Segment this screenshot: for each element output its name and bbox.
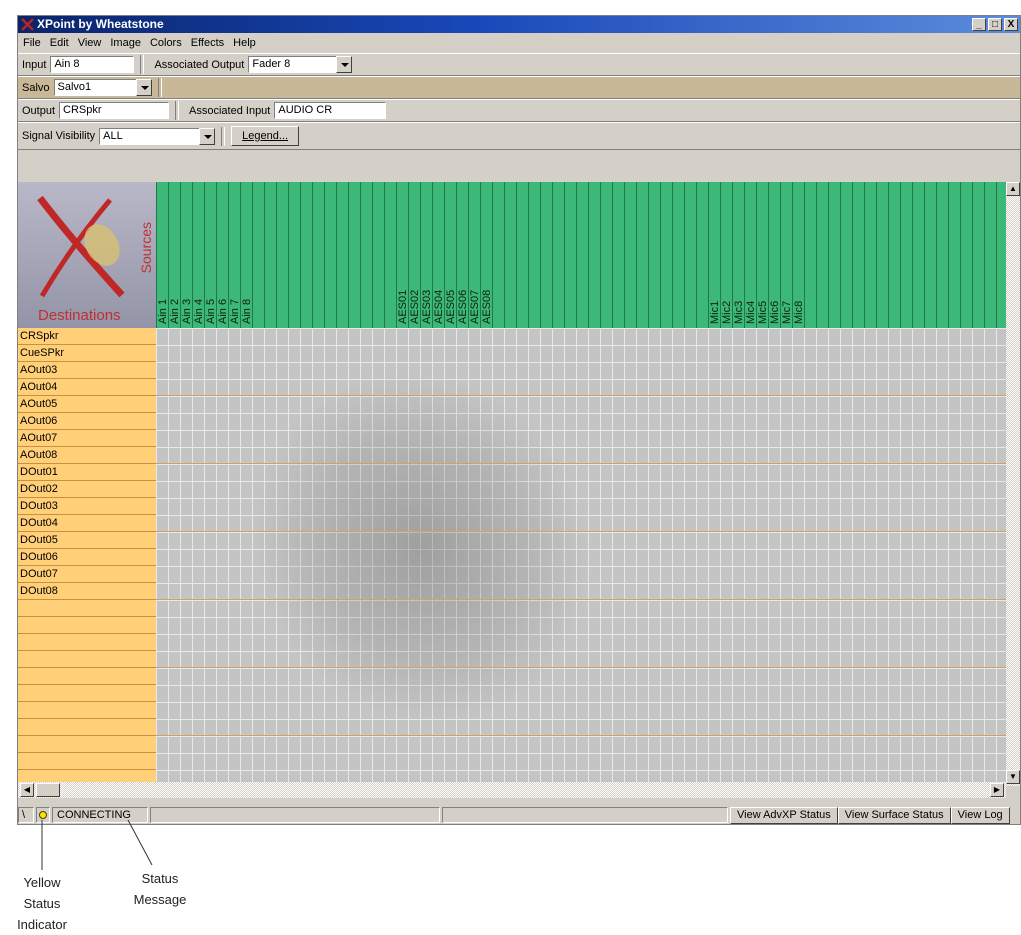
annotation-line: Yellow Status Indicator (17, 875, 67, 932)
callout-lines (41, 819, 153, 870)
annotation-line: Status Message (133, 871, 187, 907)
annotation-status-message: Status Message (120, 868, 200, 910)
annotation-yellow-status-indicator: Yellow Status Indicator (2, 872, 82, 935)
